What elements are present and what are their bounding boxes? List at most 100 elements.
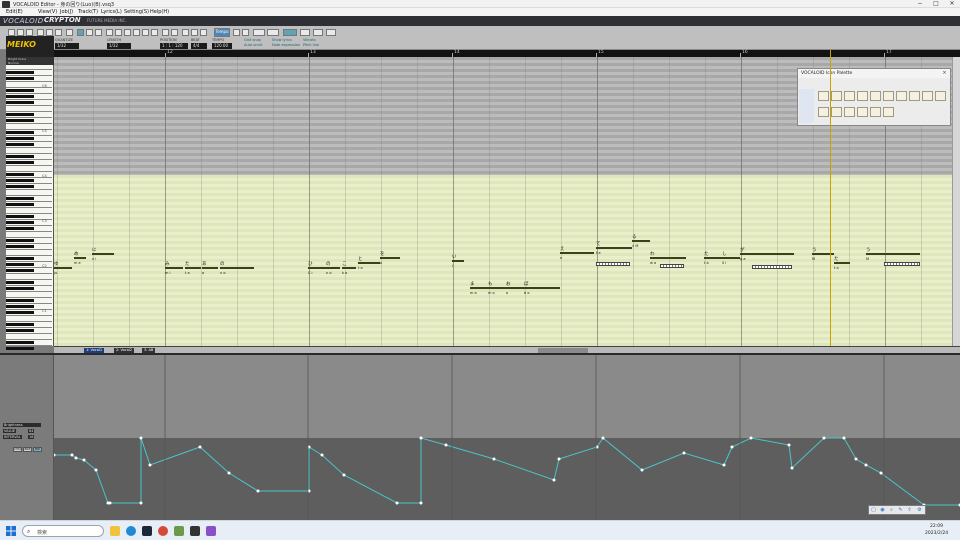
- dynamics-preset-icon[interactable]: [857, 91, 868, 101]
- triplet-icon[interactable]: [162, 29, 169, 36]
- copy-icon[interactable]: [46, 29, 53, 36]
- black-key[interactable]: [6, 95, 34, 98]
- vibrato-preset-icon[interactable]: [883, 107, 894, 117]
- black-key[interactable]: [6, 299, 34, 302]
- track-view-icon[interactable]: [313, 29, 323, 36]
- black-key[interactable]: [6, 305, 34, 308]
- note-bar[interactable]: [358, 262, 380, 264]
- note-bar[interactable]: [165, 267, 183, 269]
- tempo-button[interactable]: Tempo: [214, 28, 230, 37]
- paste-icon[interactable]: [55, 29, 62, 36]
- black-key[interactable]: [6, 221, 34, 224]
- control-point[interactable]: [227, 471, 231, 475]
- note-bar[interactable]: [866, 253, 920, 255]
- clock-time[interactable]: 22:09: [930, 524, 943, 529]
- loop-icon[interactable]: [233, 29, 240, 36]
- control-point[interactable]: [148, 463, 152, 467]
- zoom-in-icon[interactable]: ⌕: [888, 507, 895, 514]
- maximize-button[interactable]: □: [928, 0, 944, 8]
- palette-category-list[interactable]: [799, 89, 814, 123]
- black-key[interactable]: [6, 347, 34, 350]
- control-point[interactable]: [640, 468, 644, 472]
- black-key[interactable]: [6, 113, 34, 116]
- new-file-icon[interactable]: [8, 29, 15, 36]
- note-bar[interactable]: [54, 267, 72, 269]
- control-point[interactable]: [198, 445, 202, 449]
- gear-icon[interactable]: ⚙: [916, 507, 923, 514]
- black-key[interactable]: [6, 77, 34, 80]
- note-bar[interactable]: [92, 253, 114, 255]
- note-bar[interactable]: [596, 247, 632, 249]
- dynamics-preset-icon[interactable]: [922, 91, 933, 101]
- black-key[interactable]: [6, 119, 34, 122]
- black-key[interactable]: [6, 239, 34, 242]
- black-key[interactable]: [6, 89, 34, 92]
- vibrato-preset-icon[interactable]: [870, 107, 881, 117]
- black-key[interactable]: [6, 281, 34, 284]
- control-point[interactable]: [82, 458, 86, 462]
- vibrato-marker[interactable]: [752, 265, 792, 269]
- cut-icon[interactable]: [37, 29, 44, 36]
- black-key[interactable]: [6, 71, 34, 74]
- black-key[interactable]: [6, 185, 34, 188]
- black-key[interactable]: [6, 329, 34, 332]
- play-icon[interactable]: [191, 29, 198, 36]
- length-select[interactable]: 1/32: [107, 43, 131, 49]
- pitch-line-checkbox[interactable]: Pitch line: [303, 43, 319, 47]
- black-key[interactable]: [6, 245, 34, 248]
- vibrato-preset-icon[interactable]: [818, 107, 829, 117]
- black-key[interactable]: [6, 311, 34, 314]
- black-key[interactable]: [6, 203, 34, 206]
- menu-help[interactable]: Help(H): [150, 9, 169, 15]
- black-key[interactable]: [6, 173, 34, 176]
- note-sixteenth-icon[interactable]: [142, 29, 149, 36]
- note-bar[interactable]: [650, 257, 686, 259]
- menu-lyrics[interactable]: Lyrics(L): [101, 9, 122, 15]
- black-key[interactable]: [6, 257, 34, 260]
- timeline-ruler[interactable]: 12 13 14 15 16 17: [54, 50, 960, 57]
- control-point[interactable]: [601, 436, 605, 440]
- interval-field[interactable]: 16: [28, 435, 35, 439]
- menu-track[interactable]: Track(T): [78, 9, 98, 15]
- dynamics-preset-icon[interactable]: [909, 91, 920, 101]
- steam-icon[interactable]: [142, 526, 152, 536]
- black-key[interactable]: [6, 155, 34, 158]
- control-point[interactable]: [94, 468, 98, 472]
- app-icon-green[interactable]: [174, 526, 184, 536]
- record-icon[interactable]: [253, 29, 265, 36]
- close-button[interactable]: ✕: [944, 0, 960, 8]
- control-point[interactable]: [419, 436, 423, 440]
- control-curve[interactable]: [54, 355, 960, 520]
- show-lyrics-checkbox[interactable]: Show lyrics: [272, 38, 292, 42]
- bri-button[interactable]: BRI: [33, 447, 42, 452]
- vertical-scrollbar[interactable]: [952, 57, 960, 346]
- menu-view[interactable]: View(V): [38, 9, 57, 15]
- dynamics-preset-icon[interactable]: [935, 91, 946, 101]
- icon-palette-window[interactable]: VOCALOID Icon Palette ×: [797, 68, 951, 126]
- note-eighth-icon[interactable]: [133, 29, 140, 36]
- control-point[interactable]: [749, 436, 753, 440]
- black-key[interactable]: [6, 287, 34, 290]
- note-bar[interactable]: [722, 257, 740, 259]
- control-track[interactable]: [54, 355, 960, 520]
- note-bar[interactable]: [220, 267, 254, 269]
- vibrato-marker[interactable]: [660, 264, 684, 268]
- settings-icon[interactable]: [326, 29, 336, 36]
- dynamics-preset-icon[interactable]: [883, 91, 894, 101]
- note-half-icon[interactable]: [115, 29, 122, 36]
- file-explorer-icon[interactable]: [110, 526, 120, 536]
- undo-icon[interactable]: [66, 29, 73, 36]
- note-quarter-icon[interactable]: [124, 29, 131, 36]
- dynamics-preset-icon[interactable]: [844, 91, 855, 101]
- pitch-view-icon[interactable]: [283, 29, 297, 36]
- black-key[interactable]: [6, 341, 34, 344]
- control-point[interactable]: [822, 436, 826, 440]
- control-point[interactable]: [444, 443, 448, 447]
- stop-icon[interactable]: [200, 29, 207, 36]
- dynamics-preset-icon[interactable]: [870, 91, 881, 101]
- black-key[interactable]: [6, 161, 34, 164]
- minimize-button[interactable]: −: [912, 0, 928, 8]
- control-point[interactable]: [74, 456, 78, 460]
- auto-scroll-checkbox[interactable]: Auto scroll: [244, 43, 262, 47]
- piano-keyboard[interactable]: C6 C5 C4 C3 C2 C1: [6, 57, 54, 356]
